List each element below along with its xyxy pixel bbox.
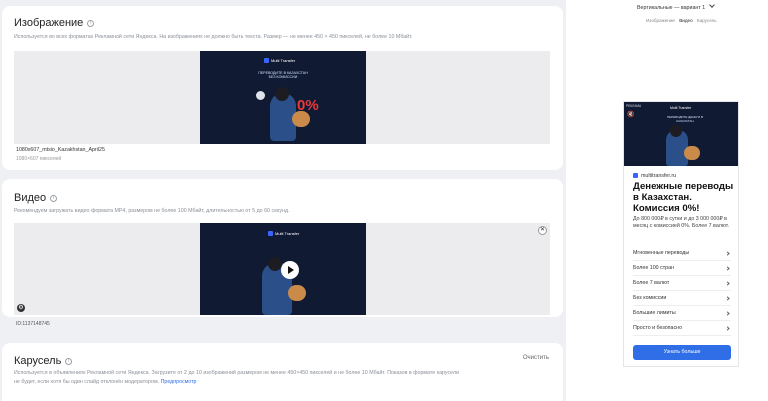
- coin-icon: [256, 91, 265, 100]
- clear-button[interactable]: Очистить: [523, 355, 549, 361]
- ad-label: РЕКЛАМА: [626, 104, 642, 108]
- close-icon[interactable]: ✕: [538, 226, 547, 235]
- dog-figure: [684, 146, 700, 160]
- favicon-icon: [633, 173, 638, 178]
- chevron-right-icon: [725, 296, 730, 301]
- sitelink[interactable]: Более 100 стран: [633, 261, 731, 276]
- image-section: Изображение i Используется во всех формат…: [2, 6, 563, 170]
- banner-percent: 0%: [297, 97, 319, 114]
- person-head: [670, 125, 682, 137]
- variant-select[interactable]: Вертикальные — вариант 1: [637, 2, 716, 11]
- carousel-description-line-2: не будет, если хотя бы один слайд отклон…: [14, 378, 197, 385]
- info-icon[interactable]: i: [65, 358, 73, 365]
- image-file-name: 1080x607_mtsio_Kazakhstan_April25: [16, 147, 105, 153]
- video-logo: Multi Transfer: [268, 231, 299, 236]
- chevron-right-icon: [725, 281, 730, 286]
- video-section-title: Видео: [14, 192, 47, 204]
- sitelinks: Мгновенные переводы Более 100 стран Боле…: [633, 246, 731, 336]
- info-icon[interactable]: i: [87, 20, 95, 27]
- chevron-right-icon: [725, 266, 730, 271]
- carousel-section: Карусель i Очистить Используется в объявл…: [2, 343, 563, 401]
- banner-image: Multi Transfer ПЕРЕВОДИТЕ В КАЗАХСТАН БЕ…: [200, 51, 366, 144]
- video-section-header: Видео i: [14, 192, 58, 204]
- carousel-section-description: Используется в объявлениях Рекламной сет…: [14, 369, 459, 386]
- dog-figure: [288, 285, 306, 301]
- video-id: ID:1137148745: [16, 321, 50, 327]
- carousel-section-title: Карусель: [14, 355, 62, 367]
- sitelink[interactable]: Без комиссии: [633, 291, 731, 306]
- tab-video[interactable]: Видео: [679, 18, 692, 23]
- image-section-title: Изображение: [14, 17, 84, 29]
- ad-preview: РЕКЛАМА 🔇 Multi Transfer ПЕРЕВОДИТЕ ДЕНЬ…: [623, 101, 739, 367]
- ad-media[interactable]: РЕКЛАМА 🔇 Multi Transfer ПЕРЕВОДИТЕ ДЕНЬ…: [624, 102, 738, 166]
- format-tabs: Изображение Видео Карусель: [646, 18, 720, 23]
- ad-domain[interactable]: multitransfer.ru: [633, 173, 676, 179]
- logo-icon: [268, 231, 273, 236]
- sitelink[interactable]: Большие лимиты: [633, 306, 731, 321]
- ad-logo: Multi Transfer: [670, 106, 692, 110]
- image-file-size: 1080×607 пикселей: [16, 156, 62, 162]
- logo-icon: [264, 58, 269, 63]
- mute-icon[interactable]: 🔇: [627, 111, 634, 118]
- carousel-section-header: Карусель i: [14, 355, 73, 367]
- sitelink[interactable]: Более 7 валют: [633, 276, 731, 291]
- chevron-right-icon: [725, 251, 730, 256]
- image-section-header: Изображение i: [14, 17, 95, 29]
- person-head: [268, 257, 282, 271]
- image-section-description: Используется во всех форматах Рекламной …: [14, 34, 413, 40]
- sitelink[interactable]: Просто и безопасно: [633, 321, 731, 336]
- video-preview-area[interactable]: Multi Transfer ✕ ⚙: [14, 223, 550, 315]
- creative-editor: Изображение i Используется во всех формат…: [0, 0, 566, 401]
- video-frame: Multi Transfer: [200, 223, 366, 315]
- chevron-right-icon: [725, 311, 730, 316]
- video-section-description: Рекомендуем загружать видео формата MP4,…: [14, 208, 290, 214]
- banner-text: ПЕРЕВОДИТЕ В КАЗАХСТАН БЕЗ КОМИССИИ: [258, 71, 308, 80]
- ad-title[interactable]: Денежные переводы в Казахстан. Комиссия …: [633, 181, 737, 214]
- image-preview-area[interactable]: Multi Transfer ПЕРЕВОДИТЕ В КАЗАХСТАН БЕ…: [14, 51, 550, 144]
- sitelink[interactable]: Мгновенные переводы: [633, 246, 731, 261]
- cta-button[interactable]: Узнать больше: [633, 345, 731, 360]
- info-icon[interactable]: i: [50, 195, 58, 202]
- chevron-down-icon: [709, 2, 716, 8]
- ad-image-text: ПЕРЕВОДИТЕ ДЕНЬГИ В КАЗАХСТАН: [667, 115, 703, 123]
- ad-text: До 800 000₽ в сутки и до 3 000 000₽ в ме…: [633, 216, 730, 230]
- carousel-description-line-1: Используется в объявлениях Рекламной сет…: [14, 370, 459, 376]
- chevron-right-icon: [725, 326, 730, 331]
- person-head: [275, 87, 289, 101]
- tab-carousel[interactable]: Карусель: [697, 18, 717, 23]
- preview-link[interactable]: Предпросмотр: [161, 379, 197, 385]
- banner-logo: Multi Transfer: [264, 58, 295, 63]
- tab-image[interactable]: Изображение: [646, 18, 675, 23]
- preview-panel: Вертикальные — вариант 1 Изображение Вид…: [566, 0, 768, 401]
- video-section: Видео i Рекомендуем загружать видео форма…: [2, 179, 563, 327]
- settings-icon[interactable]: ⚙: [17, 304, 25, 312]
- play-icon[interactable]: [281, 261, 299, 279]
